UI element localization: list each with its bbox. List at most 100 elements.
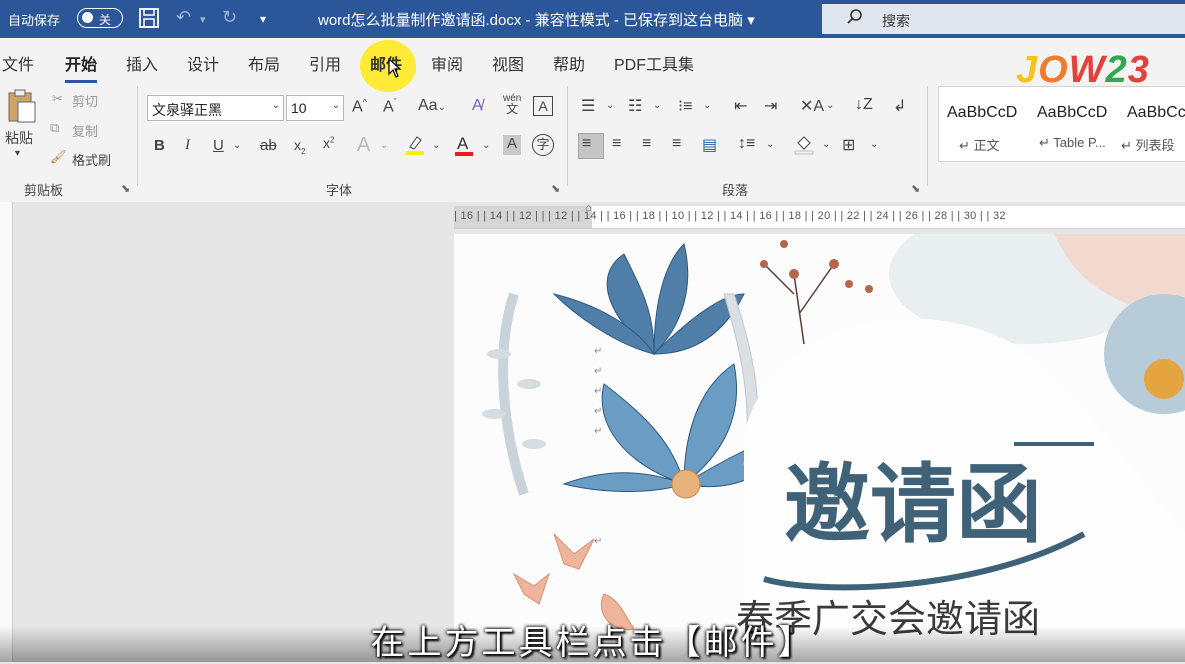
show-marks-icon[interactable]: ↲ [893,96,906,116]
borders-dropdown-icon[interactable]: ⌄ [870,139,878,150]
cut-icon[interactable]: ✂ [52,91,63,107]
text-effects-dropdown-icon[interactable]: ⌄ [380,140,388,151]
tab-help[interactable]: 帮助 [553,51,585,75]
vertical-ruler [0,202,13,662]
strikethrough-icon[interactable]: ab [260,137,277,154]
font-name-combo[interactable]: 文泉驿正黑 ⌄ [147,95,284,121]
distributed-icon[interactable]: ▤ [702,135,717,155]
decrease-indent-icon[interactable]: ⇤ [734,96,747,116]
change-case-icon[interactable]: Aa⌄ [418,97,446,115]
character-shading-icon[interactable]: A [503,135,521,155]
cut-button[interactable]: 剪切 [72,91,98,110]
svg-text:JOW23: JOW23 [1016,49,1150,90]
document-page[interactable]: 邀请函 春季广交会邀请函 ↵ ↵ ↵ ↵ ↵ ↵ [454,234,1185,662]
redo-icon[interactable]: ↻ [222,7,237,28]
justify-icon[interactable]: ≡ [672,135,681,153]
enclose-characters-icon[interactable]: 字 [532,134,554,156]
title-bar: 自动保存 关 ↶ ▾ ↻ ▾ word怎么批量制作邀请函.docx - 兼容性模… [0,0,1185,38]
svg-text:↵: ↵ [594,426,602,437]
svg-text:↵: ↵ [594,406,602,417]
bold-icon[interactable]: B [154,137,165,154]
tab-view[interactable]: 视图 [492,51,524,75]
ribbon-tabs: 文件 开始 插入 设计 布局 引用 邮件 审阅 视图 帮助 PDF工具集 [0,38,1185,83]
tab-design[interactable]: 设计 [187,51,219,75]
highlight-color-icon[interactable] [405,134,425,161]
svg-text:A: A [457,134,469,153]
chinese-layout-dropdown-icon[interactable]: ⌄ [826,100,834,111]
multilevel-list-icon[interactable]: ⁝≡ [678,96,692,116]
format-painter-button[interactable]: 格式刷 [72,150,111,169]
style-normal-sample[interactable]: AaBbCcD [947,104,1017,122]
chinese-layout-icon[interactable]: ✕A [800,96,824,116]
font-launcher-icon[interactable]: ⬊ [551,182,560,195]
font-size-value: 10 [291,100,307,116]
style-list-sample[interactable]: AaBbCc [1127,104,1185,122]
numbering-dropdown-icon[interactable]: ⌄ [653,100,661,111]
style-normal-name[interactable]: ↵ 正文 [959,135,1000,154]
grow-font-icon[interactable]: A^ [352,97,367,116]
phonetic-guide-icon[interactable]: wén 文 [503,94,521,116]
underline-icon[interactable]: U [213,137,224,154]
align-right-icon[interactable]: ≡ [642,135,651,153]
undo-dropdown-icon[interactable]: ▾ [200,13,206,26]
character-border-icon[interactable]: A [533,96,553,116]
indent-marker-icon[interactable]: ⌂ [585,202,592,214]
format-painter-icon[interactable]: 🖌 [50,149,67,165]
shading-dropdown-icon[interactable]: ⌄ [822,139,830,150]
clear-formatting-icon[interactable]: A̸ [472,97,483,115]
tab-review[interactable]: 审阅 [431,51,463,75]
font-size-combo[interactable]: 10 ⌄ [286,95,344,121]
search-label: 搜索 [882,13,910,29]
mouse-cursor-icon [388,57,402,83]
paste-icon[interactable] [6,88,38,132]
paragraph-launcher-icon[interactable]: ⬊ [911,182,920,195]
style-table-name[interactable]: ↵ Table P... [1039,135,1106,151]
line-spacing-dropdown-icon[interactable]: ⌄ [766,139,774,150]
highlight-dropdown-icon[interactable]: ⌄ [432,140,440,151]
sort-icon[interactable]: ↓Z [855,96,873,114]
font-color-icon[interactable]: A [454,133,474,162]
tab-insert[interactable]: 插入 [126,51,158,75]
italic-icon[interactable]: I [185,137,190,154]
numbering-icon[interactable]: ☷ [628,96,642,116]
underline-dropdown-icon[interactable]: ⌄ [233,140,241,151]
autosave-toggle[interactable]: 关 [77,8,123,28]
tab-pdf-tools[interactable]: PDF工具集 [614,51,694,75]
ruler-numbers: | 16 | | 14 | | 12 | | | 12 | | 14 | | 1… [454,210,1006,222]
tab-references[interactable]: 引用 [309,51,341,75]
tab-layout[interactable]: 布局 [248,51,280,75]
bullets-dropdown-icon[interactable]: ⌄ [606,100,614,111]
borders-icon[interactable]: ⊞ [842,135,855,155]
align-center-icon[interactable]: ≡ [612,135,621,153]
increase-indent-icon[interactable]: ⇥ [764,96,777,116]
paste-dropdown-icon[interactable]: ▾ [15,148,20,159]
subscript-icon[interactable]: x2 [294,137,305,156]
line-spacing-icon[interactable]: ↕≡ [738,135,755,153]
tab-file[interactable]: 文件 [2,51,34,75]
shading-icon[interactable] [794,133,814,160]
svg-text:↵: ↵ [594,346,602,357]
superscript-icon[interactable]: x2 [323,135,334,151]
clipboard-launcher-icon[interactable]: ⬊ [121,182,130,195]
document-title[interactable]: word怎么批量制作邀请函.docx - 兼容性模式 - 已保存到这台电脑 ▾ [318,9,755,30]
align-left-icon[interactable]: ≡ [582,135,591,153]
divider [137,86,138,186]
chevron-down-icon: ⌄ [331,100,340,111]
search-box[interactable]: 搜索 [822,4,1185,34]
copy-icon[interactable]: ⧉ [50,120,59,136]
text-effects-icon[interactable]: A [357,134,370,157]
horizontal-ruler: | 16 | | 14 | | 12 | | | 12 | | 14 | | 1… [454,206,1185,229]
video-subtitle: 在上方工具栏点击【邮件】 [370,624,815,662]
tab-home[interactable]: 开始 [65,51,98,83]
paste-button[interactable]: 粘贴 [5,128,33,148]
bullets-icon[interactable]: ☰ [581,96,595,116]
style-list-name[interactable]: ↵ 列表段 [1121,135,1175,154]
style-table-sample[interactable]: AaBbCcD [1037,104,1107,122]
copy-button[interactable]: 复制 [72,121,98,140]
undo-icon[interactable]: ↶ [176,7,191,28]
shrink-font-icon[interactable]: Aˇ [383,97,397,116]
multilevel-dropdown-icon[interactable]: ⌄ [703,100,711,111]
save-icon[interactable] [138,7,160,34]
customize-qat-icon[interactable]: ▾ [260,12,266,26]
font-color-dropdown-icon[interactable]: ⌄ [482,140,490,151]
